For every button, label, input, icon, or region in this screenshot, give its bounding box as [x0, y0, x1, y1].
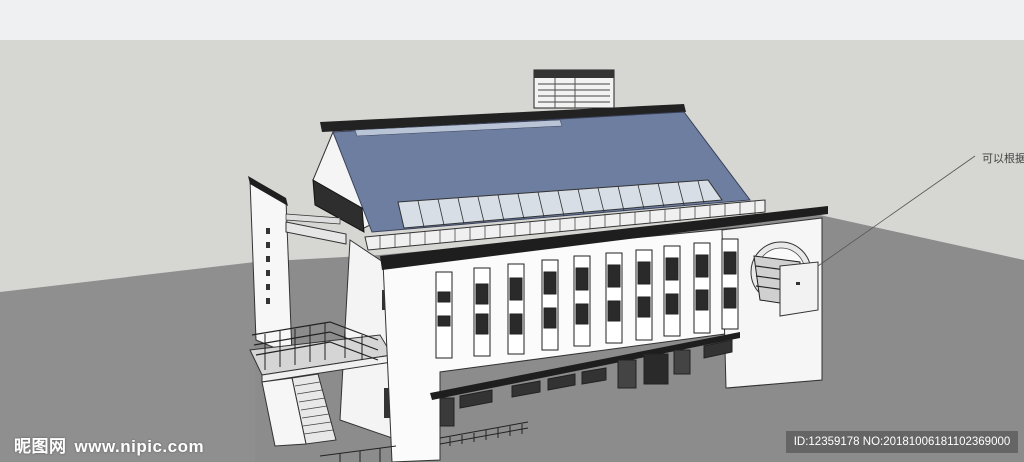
rooftop-unit: [533, 69, 615, 109]
building-model-scene: [0, 40, 1024, 462]
watermark-logo: 昵图网 www.nipic.com: [14, 432, 204, 457]
watermark-brand: 昵图网: [14, 437, 67, 457]
viewport: 可以根据 昵图网 www.nipic.com ID:12359178 NO:201…: [0, 0, 1024, 462]
image-id-bar: ID:12359178 NO:20181006181102369000: [786, 431, 1018, 453]
annotation-label: 可以根据: [982, 152, 1024, 165]
watermark-url: www.nipic.com: [74, 437, 205, 456]
